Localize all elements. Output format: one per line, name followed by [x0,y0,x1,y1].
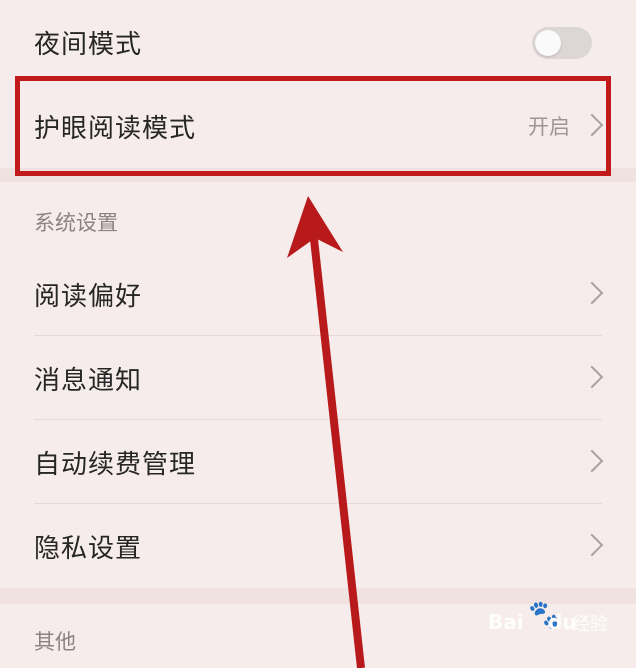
watermark-jingyan: 经验 [572,614,608,635]
pointer-arrow-icon [287,196,365,668]
baidu-jingyan-watermark: Bai 🐾 du 经验 [488,598,618,642]
watermark-bai: Bai [488,610,524,634]
